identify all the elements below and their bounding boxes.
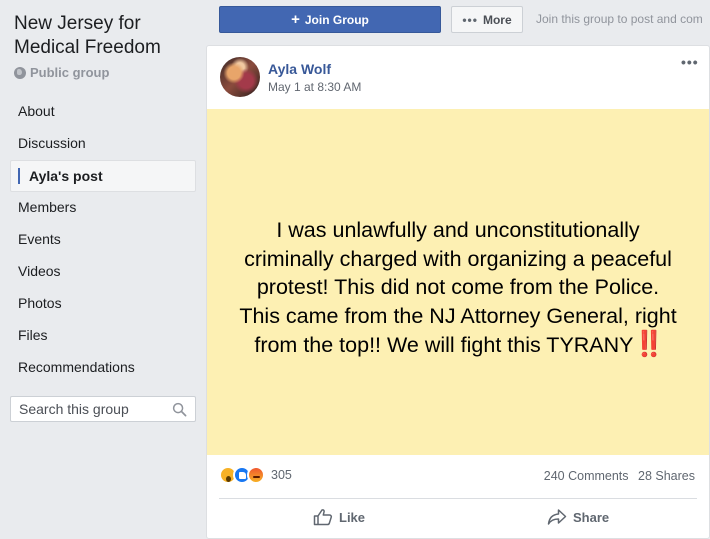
reaction-count: 305 (271, 468, 292, 482)
share-label: Share (573, 509, 610, 525)
share-button[interactable]: Share (547, 508, 609, 526)
group-title[interactable]: New Jersey for Medical Freedom (14, 12, 199, 60)
nav-item-about[interactable]: About (10, 96, 196, 128)
reactions-summary[interactable]: 305 (219, 466, 292, 484)
post-card: Ayla Wolf May 1 at 8:30 AM ••• I was unl… (206, 45, 710, 539)
engagement-counts: 240 Comments 28 Shares (544, 469, 695, 483)
nav-item-recommendations[interactable]: Recommendations (10, 352, 196, 384)
post-options-icon[interactable]: ••• (681, 54, 699, 70)
join-group-label: Join Group (304, 12, 369, 27)
more-button[interactable]: ••• More (451, 6, 523, 33)
like-label: Like (339, 509, 366, 525)
post-author[interactable]: Ayla Wolf (268, 61, 331, 77)
nav-item-files[interactable]: Files (10, 320, 196, 352)
magnifier-icon[interactable] (172, 402, 187, 417)
nav-item-photos[interactable]: Photos (10, 288, 196, 320)
like-button[interactable]: Like (313, 508, 365, 526)
author-avatar[interactable] (220, 57, 260, 97)
globe-icon (14, 66, 26, 79)
double-exclamation-icon: ‼️ (633, 330, 665, 359)
nav-item-discussion[interactable]: Discussion (10, 128, 196, 160)
thumbs-up-icon (313, 509, 333, 526)
nav-item-members[interactable]: Members (10, 192, 196, 224)
search-input[interactable]: Search this group (10, 396, 196, 422)
more-label: More (482, 12, 512, 27)
comments-count[interactable]: 240 Comments (544, 469, 629, 483)
post-text-wrap: I was unlawfully and unconstitutionally … (235, 216, 681, 360)
post-text: I was unlawfully and unconstitutionally … (239, 218, 677, 358)
group-nav: About Discussion Ayla's post Members Eve… (10, 96, 196, 384)
ellipsis-icon: ••• (462, 12, 478, 27)
plus-icon: + (291, 10, 300, 28)
post-body: I was unlawfully and unconstitutionally … (207, 109, 709, 455)
shares-count[interactable]: 28 Shares (638, 469, 695, 483)
group-privacy: Public group (14, 65, 109, 80)
angry-reaction-icon (247, 466, 265, 484)
share-arrow-icon (547, 509, 567, 525)
group-sidebar: New Jersey for Medical Freedom Public gr… (0, 0, 204, 539)
nav-item-events[interactable]: Events (10, 224, 196, 256)
nav-item-videos[interactable]: Videos (10, 256, 196, 288)
group-privacy-label: Public group (30, 65, 110, 80)
nav-item-aylas-post[interactable]: Ayla's post (10, 160, 196, 192)
join-group-button[interactable]: + Join Group (219, 6, 441, 33)
divider (219, 498, 697, 499)
join-hint-text: Join this group to post and com (536, 12, 703, 26)
post-timestamp[interactable]: May 1 at 8:30 AM (268, 80, 361, 94)
